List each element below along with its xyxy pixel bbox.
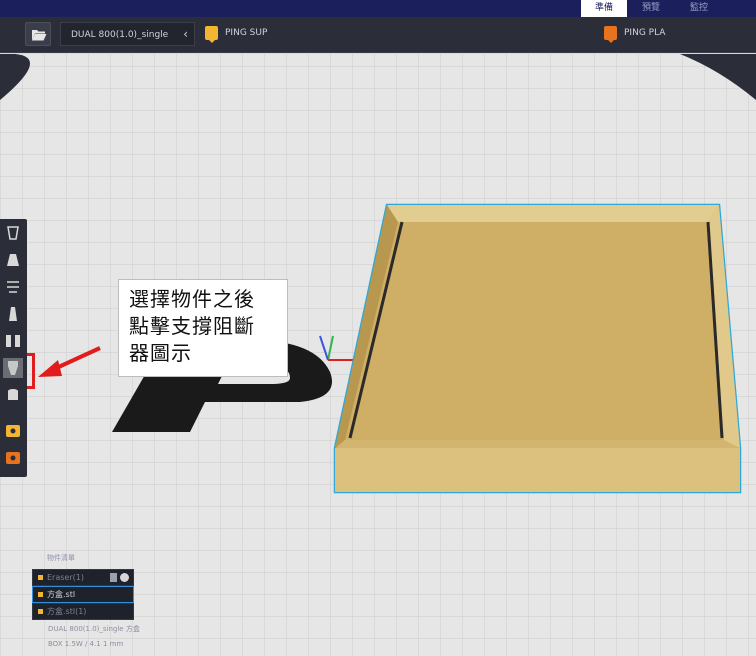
object-name: 方盒.stl [47, 590, 76, 599]
support-blocker-button[interactable] [3, 358, 23, 378]
folder-open-icon [32, 30, 47, 41]
support-tool-button[interactable] [3, 250, 23, 270]
support-tool-icon [7, 254, 19, 266]
cylinder-tool-icon [8, 389, 18, 400]
model-tool-icon [7, 226, 19, 240]
extruder-2-icon [6, 452, 20, 464]
visibility-icon[interactable] [120, 573, 129, 582]
tab-preview[interactable]: 預覽 [628, 0, 674, 17]
toolbar: DUAL 800(1.0)_single ‹ PING SUP PING PLA [0, 17, 756, 53]
object-color-dot [38, 592, 43, 597]
support-icon [110, 573, 117, 582]
printer-profile-selector[interactable]: DUAL 800(1.0)_single ‹ [60, 22, 195, 46]
extruder-left-label: PING SUP [225, 28, 268, 38]
printer-profile-name: DUAL 800(1.0)_single [71, 30, 169, 40]
extruder-2-icon [604, 26, 617, 43]
mirror-tool-button[interactable] [3, 277, 23, 297]
box-model[interactable] [333, 203, 742, 494]
extruder-2-button[interactable] [3, 449, 23, 469]
object-list-title: 物件清單 [47, 554, 75, 562]
object-list-item[interactable]: 方盒.stl [32, 586, 134, 603]
job-name-status: DUAL 800(1.0)_single 方盒 [48, 625, 140, 633]
extruder-1-icon [6, 425, 20, 437]
object-list-item[interactable]: 方盒.stl(1) [32, 603, 134, 620]
multi-support-icon [6, 335, 20, 347]
open-file-button[interactable] [25, 22, 51, 46]
object-name: 方盒.stl(1) [47, 607, 87, 616]
tab-prepare[interactable]: 準備 [581, 0, 627, 17]
tab-monitor[interactable]: 監控 [676, 0, 722, 17]
object-list-panel: 物件清單 Eraser(1) 方盒.stl 方盒.stl(1) [32, 554, 134, 620]
model-tool-button[interactable] [3, 223, 23, 243]
per-model-settings-icon [9, 307, 17, 321]
object-color-dot [38, 575, 43, 580]
multi-support-button[interactable] [3, 331, 23, 351]
per-model-settings-button[interactable] [3, 304, 23, 324]
cylinder-tool-button[interactable] [3, 385, 23, 405]
extruder-right-label: PING PLA [624, 28, 666, 38]
callout-line-1: 選擇物件之後 [129, 287, 255, 311]
callout-line-3: 器圖示 [129, 341, 192, 365]
chevron-left-icon[interactable]: ‹ [183, 23, 188, 45]
support-blocker-icon [8, 361, 18, 375]
instruction-callout: 選擇物件之後 點擊支撐阻斷 器圖示 [118, 279, 288, 377]
object-name: Eraser(1) [47, 573, 84, 582]
top-navigation: 準備 預覽 監控 [0, 0, 756, 17]
dimensions-status: BOX 1.5W / 4.1 1 mm [48, 640, 124, 648]
object-list-item[interactable]: Eraser(1) [32, 569, 134, 586]
object-color-dot [38, 609, 43, 614]
mirror-tool-icon [7, 281, 19, 293]
extruder-1-button[interactable] [3, 422, 23, 442]
left-toolbar [0, 219, 27, 477]
extruder-1-icon [205, 26, 218, 43]
callout-line-2: 點擊支撐阻斷 [129, 314, 255, 338]
